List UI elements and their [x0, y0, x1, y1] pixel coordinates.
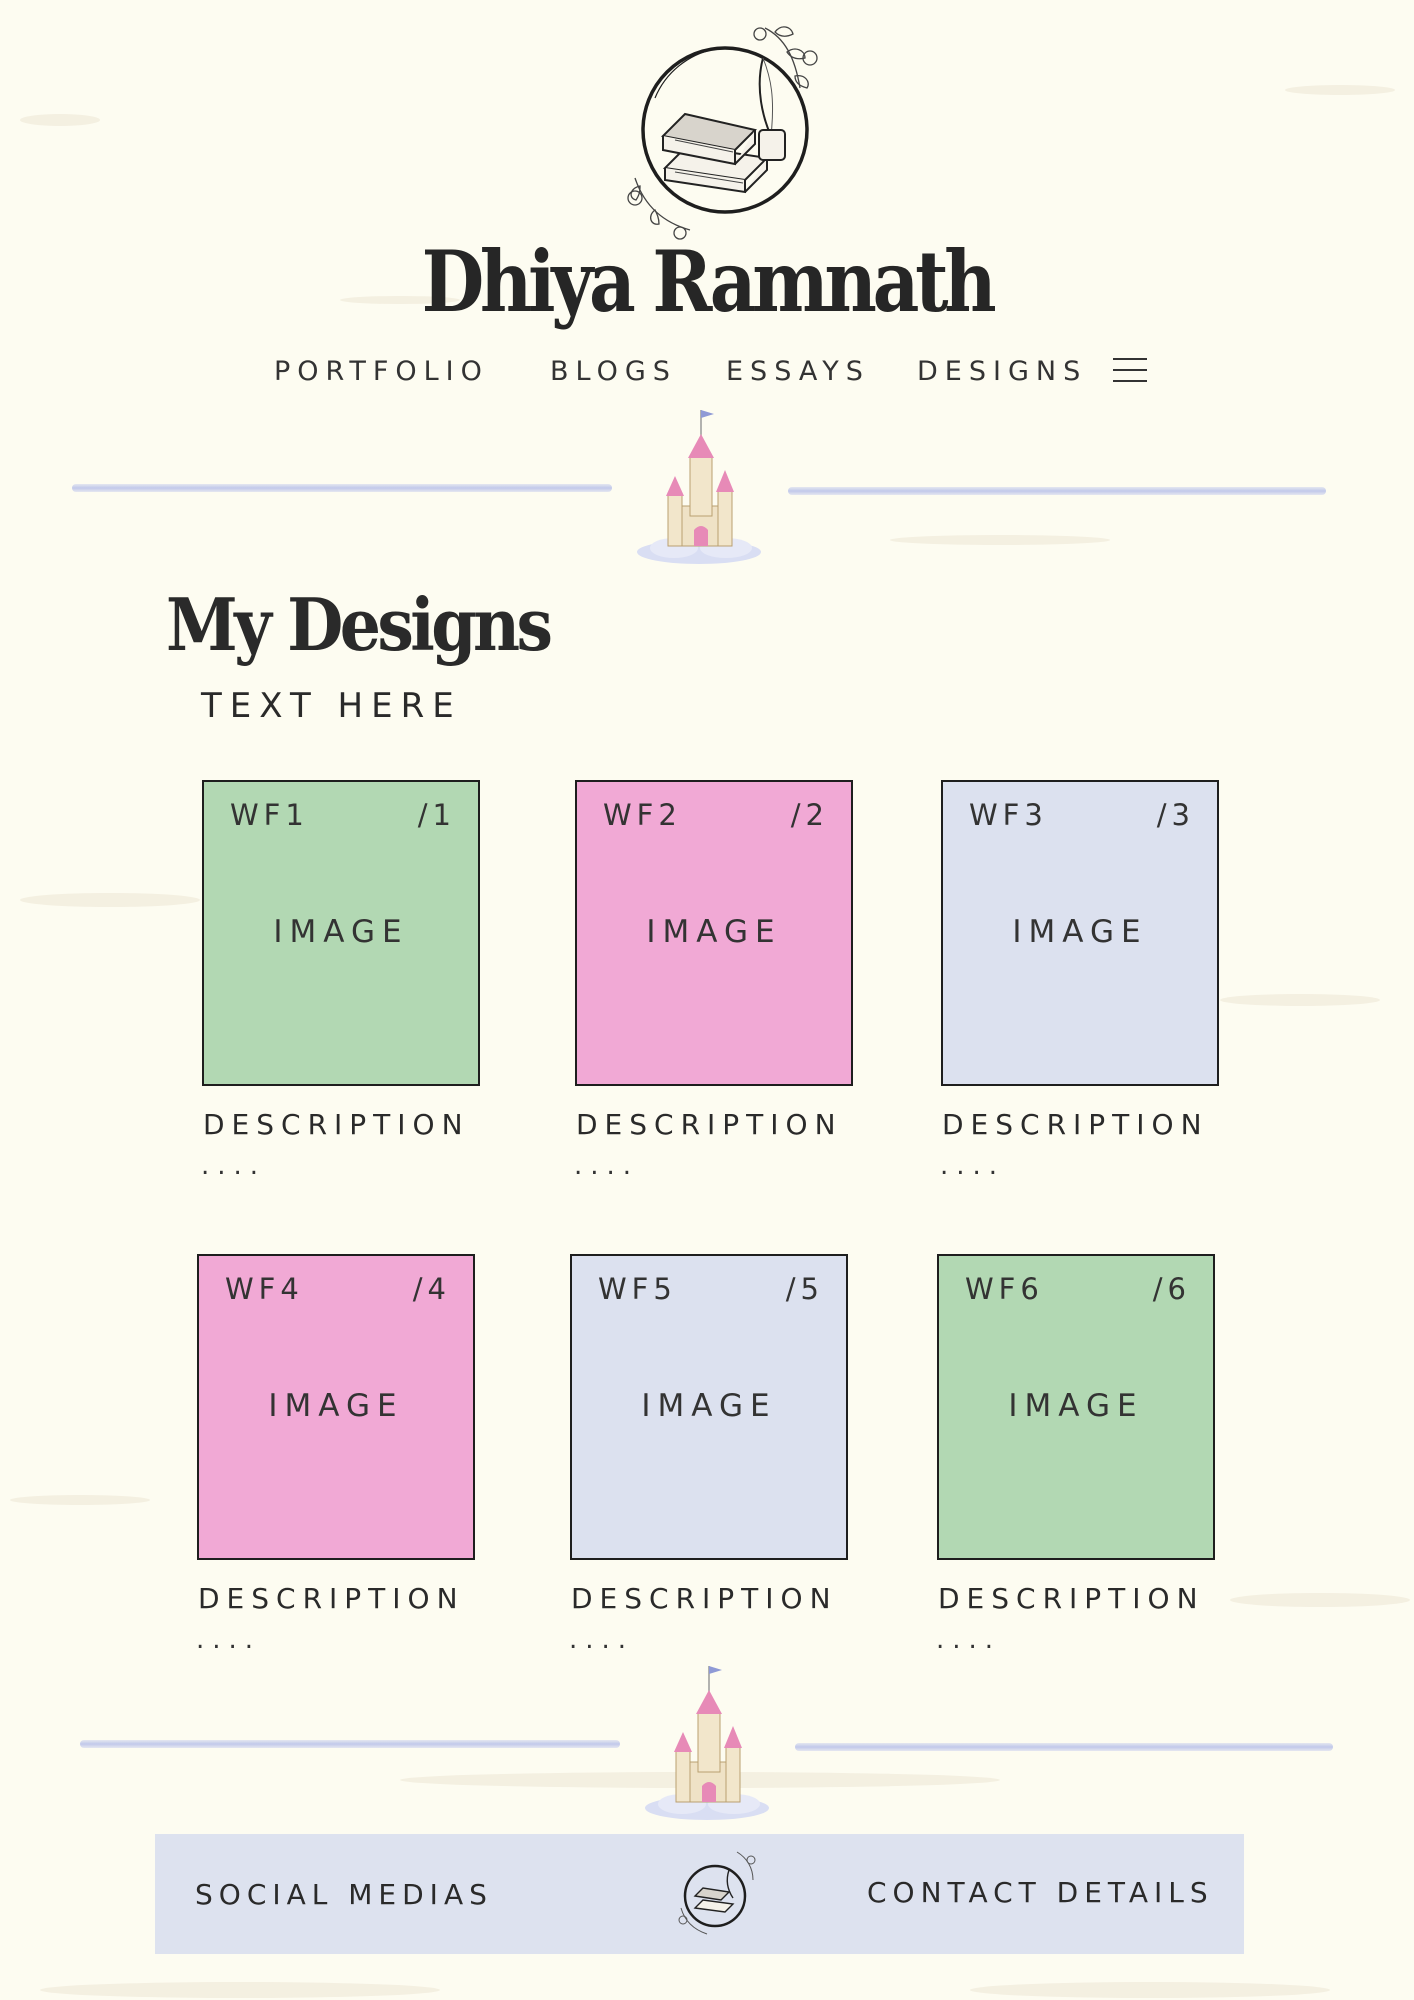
card-image-placeholder: IMAGE	[641, 1388, 777, 1424]
divider-right	[788, 487, 1326, 495]
hamburger-menu-icon[interactable]	[1113, 358, 1147, 386]
card-more[interactable]: ....	[936, 1627, 1001, 1653]
card-image-placeholder: IMAGE	[273, 914, 409, 950]
site-title[interactable]: Dhiya Ramnath	[99, 232, 1315, 332]
card-more[interactable]: ....	[574, 1153, 639, 1179]
card-more[interactable]: ....	[196, 1627, 261, 1653]
card-description: DESCRIPTION	[576, 1108, 843, 1141]
card-image-placeholder: IMAGE	[1012, 914, 1148, 950]
card-more[interactable]: ....	[940, 1153, 1005, 1179]
castle-icon	[645, 1666, 769, 1820]
footer: SOCIAL MEDIAS CONTACT DETAILS	[155, 1834, 1244, 1954]
contact-details-link[interactable]: CONTACT DETAILS	[867, 1876, 1214, 1909]
logo[interactable]	[595, 18, 855, 248]
castle-icon	[637, 410, 761, 564]
design-card-wf6[interactable]: WF6 /6 IMAGE	[937, 1254, 1215, 1560]
card-number: /1	[417, 798, 456, 832]
design-card-wf3[interactable]: WF3 /3 IMAGE	[941, 780, 1219, 1086]
card-number: /3	[1156, 798, 1195, 832]
design-card-wf2[interactable]: WF2 /2 IMAGE	[575, 780, 853, 1086]
card-code: WF3	[969, 798, 1048, 832]
card-code: WF4	[225, 1272, 304, 1306]
card-code: WF2	[603, 798, 682, 832]
main-nav: PORTFOLIO BLOGS ESSAYS DESIGNS	[0, 354, 1414, 394]
card-description: DESCRIPTION	[198, 1582, 465, 1615]
card-code: WF5	[598, 1272, 677, 1306]
card-description: DESCRIPTION	[203, 1108, 470, 1141]
social-medias-link[interactable]: SOCIAL MEDIAS	[195, 1878, 493, 1911]
card-code: WF1	[230, 798, 309, 832]
card-number: /5	[785, 1272, 824, 1306]
books-quill-ink-wreath-icon	[627, 26, 818, 240]
card-image-placeholder: IMAGE	[646, 914, 782, 950]
design-card-wf1[interactable]: WF1 /1 IMAGE	[202, 780, 480, 1086]
divider-right	[795, 1743, 1333, 1751]
nav-item-blogs[interactable]: BLOGS	[550, 354, 677, 390]
nav-item-portfolio[interactable]: PORTFOLIO	[274, 354, 489, 390]
divider-left	[72, 484, 612, 492]
card-description: DESCRIPTION	[571, 1582, 838, 1615]
divider-left	[80, 1740, 620, 1748]
card-image-placeholder: IMAGE	[1008, 1388, 1144, 1424]
card-description: DESCRIPTION	[938, 1582, 1205, 1615]
card-description: DESCRIPTION	[942, 1108, 1209, 1141]
card-more[interactable]: ....	[201, 1153, 266, 1179]
card-number: /4	[412, 1272, 451, 1306]
page-subtitle: TEXT HERE	[201, 686, 462, 726]
card-image-placeholder: IMAGE	[268, 1388, 404, 1424]
footer-logo-icon[interactable]	[667, 1846, 767, 1940]
design-card-wf5[interactable]: WF5 /5 IMAGE	[570, 1254, 848, 1560]
card-code: WF6	[965, 1272, 1044, 1306]
design-card-wf4[interactable]: WF4 /4 IMAGE	[197, 1254, 475, 1560]
nav-item-essays[interactable]: ESSAYS	[726, 354, 870, 390]
nav-item-designs[interactable]: DESIGNS	[917, 354, 1087, 390]
card-number: /6	[1152, 1272, 1191, 1306]
page-heading: My Designs	[166, 582, 553, 667]
card-number: /2	[790, 798, 829, 832]
card-more[interactable]: ....	[569, 1627, 634, 1653]
